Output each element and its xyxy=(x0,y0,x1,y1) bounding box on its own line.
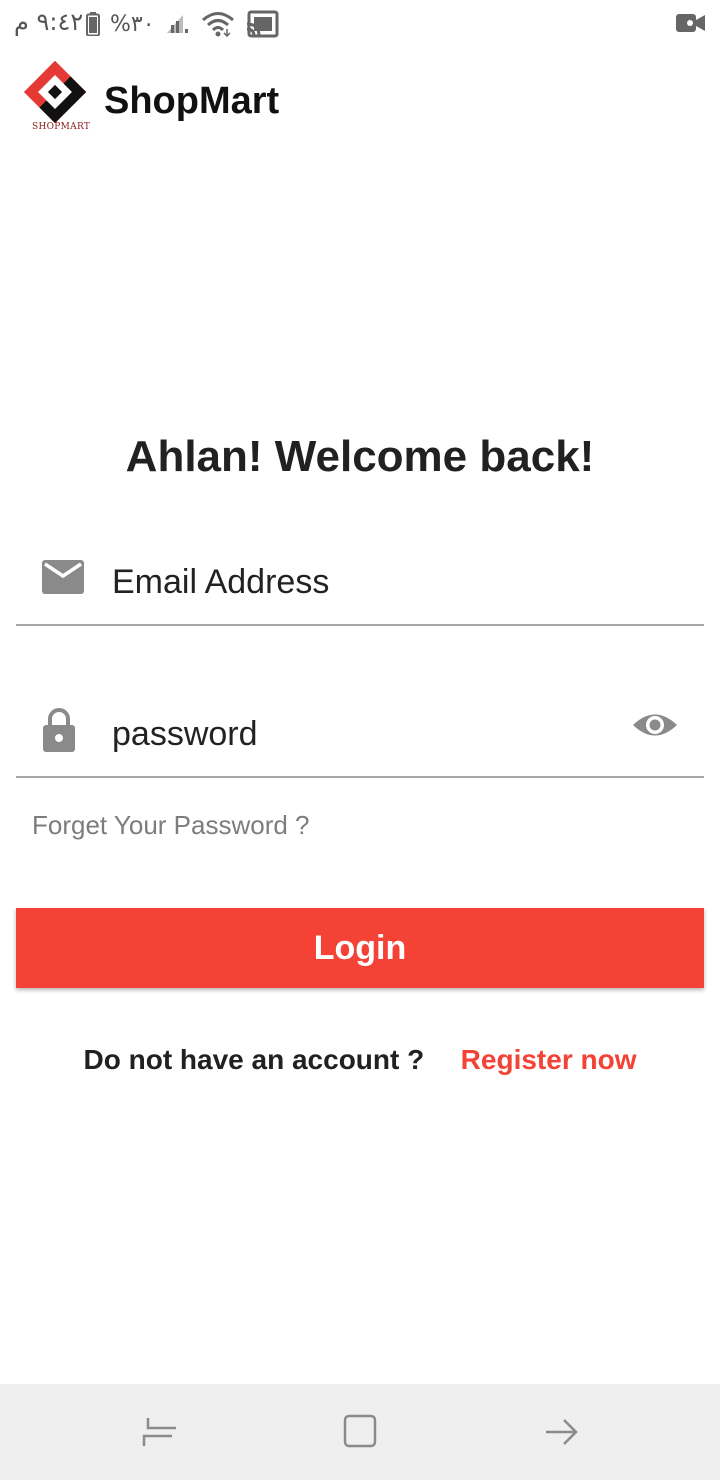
register-now-link[interactable]: Register now xyxy=(461,1044,637,1075)
navigation-bar xyxy=(0,1384,720,1480)
status-time: ٩:٤٢ م xyxy=(14,8,84,36)
wifi-icon xyxy=(201,12,234,37)
back-icon[interactable] xyxy=(542,1412,582,1452)
welcome-heading: Ahlan! Welcome back! xyxy=(125,432,595,481)
home-icon[interactable] xyxy=(340,1412,380,1452)
app-header: SHOPMART ShopMart xyxy=(0,56,720,146)
recents-icon[interactable] xyxy=(140,1412,180,1452)
status-bar: ٩:٤٢ م %٣٠ xyxy=(0,0,720,50)
logo-caption: SHOPMART xyxy=(32,122,91,132)
password-field xyxy=(16,700,704,778)
status-icons: %٣٠ xyxy=(86,9,279,39)
signal-icon xyxy=(166,15,188,33)
lock-icon xyxy=(43,708,75,752)
video-camera-icon xyxy=(676,14,705,32)
email-input[interactable] xyxy=(112,560,612,604)
app-title: ShopMart xyxy=(104,80,280,122)
register-row: Do not have an account ? Register now xyxy=(0,1044,720,1076)
email-icon xyxy=(42,560,84,594)
login-button[interactable]: Login xyxy=(16,908,704,988)
eye-icon[interactable] xyxy=(632,710,678,740)
register-prompt: Do not have an account ? xyxy=(83,1044,425,1075)
password-input[interactable] xyxy=(112,712,612,756)
email-field xyxy=(16,548,704,626)
cast-icon xyxy=(246,10,279,38)
battery-percent: %٣٠ xyxy=(110,11,155,37)
forgot-password-link[interactable]: Forget Your Password ? xyxy=(32,810,310,841)
battery-icon xyxy=(86,12,100,36)
